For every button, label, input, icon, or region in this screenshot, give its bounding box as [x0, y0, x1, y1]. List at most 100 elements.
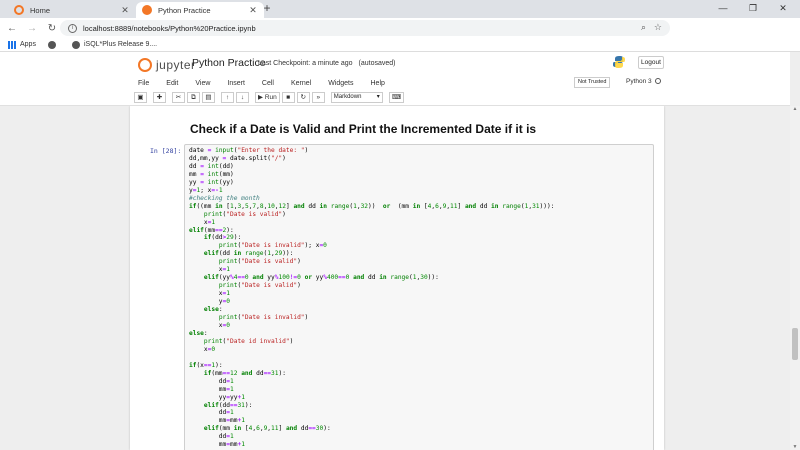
reload-icon[interactable]: ↻	[44, 23, 60, 34]
autosave-text: (autosaved)	[358, 60, 396, 67]
run-label: Run	[264, 93, 277, 101]
close-window-button[interactable]: ✕	[768, 0, 798, 18]
scrollbar-thumb[interactable]	[792, 328, 798, 360]
jupyter-logo[interactable]: jupyter	[138, 58, 196, 72]
menu-widgets[interactable]: Widgets	[328, 80, 353, 87]
notebook-toolbar: ▣ ✚ ✂ ⧉ ▤ ↑ ↓ ▶ Run ■ ↻ » Markdown ▾ ⌨	[134, 91, 406, 103]
code-line: date = input("Enter the date: ")	[189, 147, 309, 154]
menu-kernel[interactable]: Kernel	[291, 80, 311, 87]
code-line: if(mm==12 and dd==31):	[203, 369, 286, 377]
code-line: x=0	[189, 345, 216, 353]
logout-button[interactable]: Logout	[638, 56, 664, 69]
back-arrow-icon[interactable]: ←	[4, 23, 20, 34]
new-tab-button[interactable]: +	[260, 1, 274, 15]
code-line: else:	[203, 306, 223, 314]
menu-edit[interactable]: Edit	[166, 80, 178, 87]
code-line: else:	[189, 329, 208, 337]
tab-title: Python Practice	[158, 5, 211, 15]
bookmark-label: Apps	[20, 41, 36, 48]
code-line: dd = int(dd)	[189, 162, 234, 170]
move-up-icon[interactable]: ↑	[221, 91, 234, 103]
kernel-name: Python 3	[626, 78, 652, 85]
kernel-idle-icon	[654, 78, 661, 84]
page-scrollbar[interactable]: ▲ ▼	[790, 106, 800, 450]
tab-home[interactable]: Home ✕	[8, 2, 136, 18]
scroll-down-icon[interactable]: ▼	[790, 444, 800, 450]
code-line: elif(mm in [4,6,9,11] and dd==30):	[203, 425, 331, 433]
code-line: elif(yy%4==0 and yy%100!=0 or yy%400==0 …	[203, 274, 439, 282]
code-line: print("Date id invalid")	[203, 337, 294, 345]
save-icon[interactable]: ▣	[134, 91, 147, 103]
code-line: x=0	[189, 321, 230, 329]
checkpoint-status: Last Checkpoint: a minute ago (autosaved…	[258, 60, 395, 67]
code-line: if(dd>29):	[203, 234, 242, 242]
move-down-icon[interactable]: ↓	[236, 91, 249, 103]
trust-button[interactable]: Not Trusted	[574, 77, 611, 88]
globe-icon	[71, 40, 80, 49]
site-info-icon[interactable]: i	[68, 23, 77, 33]
menu-help[interactable]: Help	[371, 80, 385, 87]
paste-icon[interactable]: ▤	[202, 91, 215, 103]
menu-cell[interactable]: Cell	[262, 80, 274, 87]
code-line: dd=1	[189, 409, 234, 417]
tab-python-practice[interactable]: Python Practice ✕	[136, 2, 264, 18]
tab-close-icon[interactable]: ✕	[120, 5, 130, 16]
menu-file[interactable]: File	[138, 80, 149, 87]
code-line: if(x==1):	[189, 361, 223, 369]
code-line: yy = int(yy)	[189, 178, 234, 186]
copy-icon[interactable]: ⧉	[187, 91, 200, 103]
insert-cell-icon[interactable]: ✚	[153, 91, 166, 103]
code-line: dd=1	[189, 433, 234, 441]
code-line: y=0	[189, 298, 230, 306]
scroll-up-icon[interactable]: ▲	[790, 106, 800, 112]
kernel-indicator: Python 3	[626, 78, 661, 85]
address-bar[interactable]: i localhost:8889/notebooks/Python%20Prac…	[60, 20, 670, 36]
code-line: elif(dd==31):	[203, 401, 253, 409]
bookmark-star-icon[interactable]: ☆	[654, 22, 662, 33]
tab-close-icon[interactable]: ✕	[248, 5, 258, 16]
fast-forward-icon[interactable]: »	[311, 91, 325, 103]
keyboard-icon[interactable]: ⌨	[388, 91, 405, 103]
bookmark-apps[interactable]: Apps	[8, 40, 36, 49]
code-line: print("Date is invalid")	[218, 314, 309, 322]
notebook-title[interactable]: Python Practice	[192, 57, 266, 69]
bookmark-globe[interactable]	[47, 40, 60, 49]
notebook-area: Check if a Date is Valid and Print the I…	[0, 106, 790, 450]
code-line: ​	[189, 354, 649, 362]
code-cell-editor[interactable]: date = input("Enter the date: ") dd,mm,yy…	[184, 144, 654, 450]
code-line: elif(dd in range(1,29)):	[203, 250, 294, 258]
jupyter-favicon-icon	[14, 5, 24, 15]
code-line: dd,mm,yy = date.split("/")	[189, 154, 286, 162]
minimize-button[interactable]: —	[708, 0, 738, 18]
globe-icon	[47, 40, 56, 49]
cell-type-value: Markdown	[333, 93, 362, 100]
markdown-heading[interactable]: Check if a Date is Valid and Print the I…	[190, 122, 536, 136]
cut-icon[interactable]: ✂	[172, 91, 185, 103]
run-button[interactable]: ▶ Run	[255, 91, 280, 103]
url-text: localhost:8889/notebooks/Python%20Practi…	[83, 23, 256, 33]
code-line: print("Date is valid")	[218, 282, 301, 290]
code-line: x=1	[189, 218, 216, 226]
code-line: elif(mm==2):	[189, 226, 234, 234]
bookmark-isqlplus[interactable]: iSQL*Plus Release 9....	[71, 40, 157, 49]
stop-icon[interactable]: ■	[281, 91, 295, 103]
maximize-button[interactable]: ❐	[738, 0, 768, 18]
code-line: #checking the month	[189, 194, 260, 202]
jupyter-favicon-icon	[142, 5, 152, 15]
chevron-down-icon: ▾	[376, 93, 380, 100]
code-line: x=1	[189, 290, 230, 298]
cell-type-select[interactable]: Markdown ▾	[330, 91, 383, 103]
forward-arrow-icon[interactable]: →	[24, 23, 40, 34]
search-icon[interactable]: ⌕	[641, 22, 646, 33]
checkpoint-text: Last Checkpoint: a minute ago	[258, 60, 353, 67]
code-line: y=1; x=-1	[189, 186, 223, 194]
cell-prompt: In [28]:	[150, 147, 182, 155]
menu-view[interactable]: View	[195, 80, 210, 87]
code-line: yy=yy+1	[189, 393, 245, 401]
menu-insert[interactable]: Insert	[227, 80, 245, 87]
code-line: mm = int(mm)	[189, 170, 234, 178]
browser-toolbar: ← → ↻ i localhost:8889/notebooks/Python%…	[0, 18, 800, 50]
notebook-page: Check if a Date is Valid and Print the I…	[130, 106, 664, 450]
restart-icon[interactable]: ↻	[296, 91, 310, 103]
python-logo-icon	[613, 56, 625, 68]
